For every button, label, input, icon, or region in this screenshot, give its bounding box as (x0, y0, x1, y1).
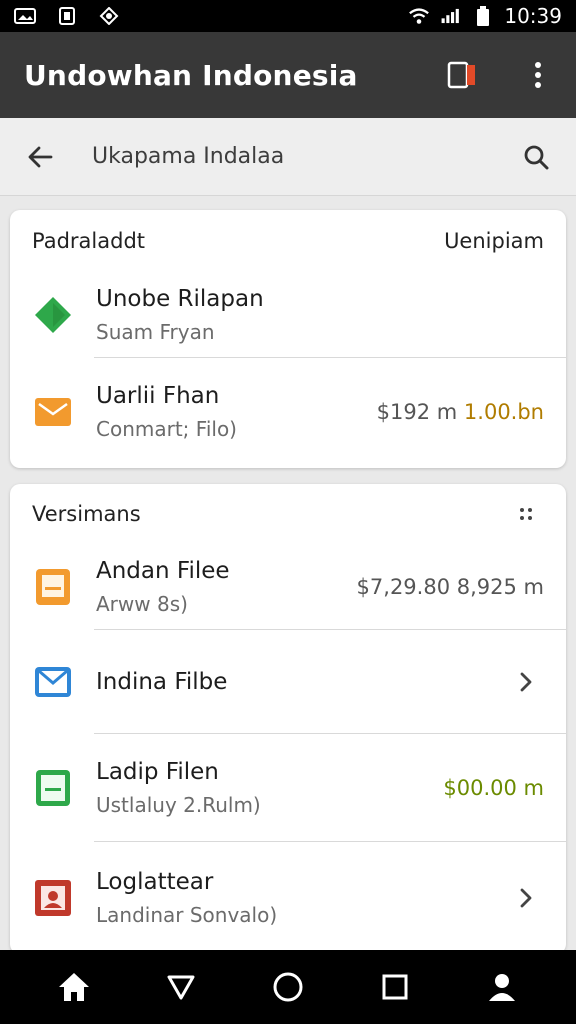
list-item[interactable]: Indina Filbe (10, 630, 566, 734)
profile-icon[interactable] (472, 957, 532, 1017)
back-arrow-icon[interactable] (22, 139, 58, 175)
item-subtitle: Conmart; Filo) (96, 417, 237, 441)
status-bar: 10:39 (0, 0, 576, 32)
app-bar: Undowhan Indonesia (0, 32, 576, 118)
list-item[interactable]: Unobe Rilapan Suam Fryan (10, 272, 566, 358)
orange-mail-icon (32, 391, 74, 433)
chevron-right-icon[interactable] (508, 880, 544, 916)
list-item[interactable]: Ladip Filen Ustlaluy 2.Rulm) $00.00 m (10, 734, 566, 842)
notification-icon (98, 7, 120, 25)
item-amount: $7,29.80 8,925 m (356, 575, 544, 599)
wifi-icon (408, 7, 430, 25)
battery-icon (472, 6, 494, 26)
sim-icon (56, 7, 78, 25)
book-icon[interactable] (444, 57, 480, 93)
card-header: Versimans (10, 484, 566, 544)
item-subtitle: Landinar Sonvalo) (96, 903, 278, 927)
search-icon[interactable] (518, 139, 554, 175)
item-title: Indina Filbe (96, 669, 228, 695)
item-title: Andan Filee (96, 558, 230, 584)
item-subtitle: Arww 8s) (96, 592, 188, 616)
red-contact-icon (32, 877, 74, 919)
card-recent: Padraladdt Uenipiam Unobe Rilapan Suam F… (10, 210, 566, 468)
item-title: Unobe Rilapan (96, 286, 264, 312)
drag-handle-icon[interactable] (508, 496, 544, 532)
circle-home-icon[interactable] (258, 957, 318, 1017)
more-vert-icon[interactable] (520, 57, 556, 93)
recents-icon[interactable] (365, 957, 425, 1017)
chevron-right-icon[interactable] (508, 664, 544, 700)
search-input[interactable]: Ukapama Indalaa (92, 144, 518, 169)
item-amount-secondary: 1.00.bn (463, 400, 544, 424)
list-item[interactable]: Andan Filee Arww 8s) $7,29.80 8,925 m (10, 544, 566, 630)
clock: 10:39 (504, 4, 562, 28)
image-icon (14, 7, 36, 25)
item-subtitle: Suam Fryan (96, 320, 215, 344)
status-right: 10:39 (408, 4, 562, 28)
green-document-icon (32, 767, 74, 809)
item-amount: $00.00 m (443, 776, 544, 800)
card-action-link[interactable]: Uenipiam (444, 229, 544, 253)
signal-icon (440, 7, 462, 25)
item-title: Uarlii Fhan (96, 383, 220, 409)
item-title: Loglattear (96, 869, 214, 895)
search-bar: Ukapama Indalaa (0, 118, 576, 196)
item-title: Ladip Filen (96, 759, 219, 785)
home-icon[interactable] (44, 957, 104, 1017)
list-item[interactable]: Uarlii Fhan Conmart; Filo) $192 m 1.00.b… (10, 358, 566, 466)
card-title: Padraladdt (32, 229, 146, 253)
back-icon[interactable] (151, 957, 211, 1017)
item-amount-main: $192 m (376, 400, 458, 424)
blue-mail-icon (32, 661, 74, 703)
item-subtitle: Ustlaluy 2.Rulm) (96, 793, 261, 817)
green-tag-icon (32, 294, 74, 336)
app-actions (444, 57, 556, 93)
card-header: Padraladdt Uenipiam (10, 210, 566, 272)
orange-document-icon (32, 566, 74, 608)
item-amount: $192 m 1.00.bn (377, 400, 544, 424)
card-title: Versimans (32, 502, 141, 526)
list-item[interactable]: Loglattear Landinar Sonvalo) (10, 842, 566, 954)
status-left (14, 7, 120, 25)
navigation-bar (0, 950, 576, 1024)
card-versions: Versimans Andan Filee Arww 8s) $7,29.80 … (10, 484, 566, 954)
app-title: Undowhan Indonesia (24, 58, 358, 92)
